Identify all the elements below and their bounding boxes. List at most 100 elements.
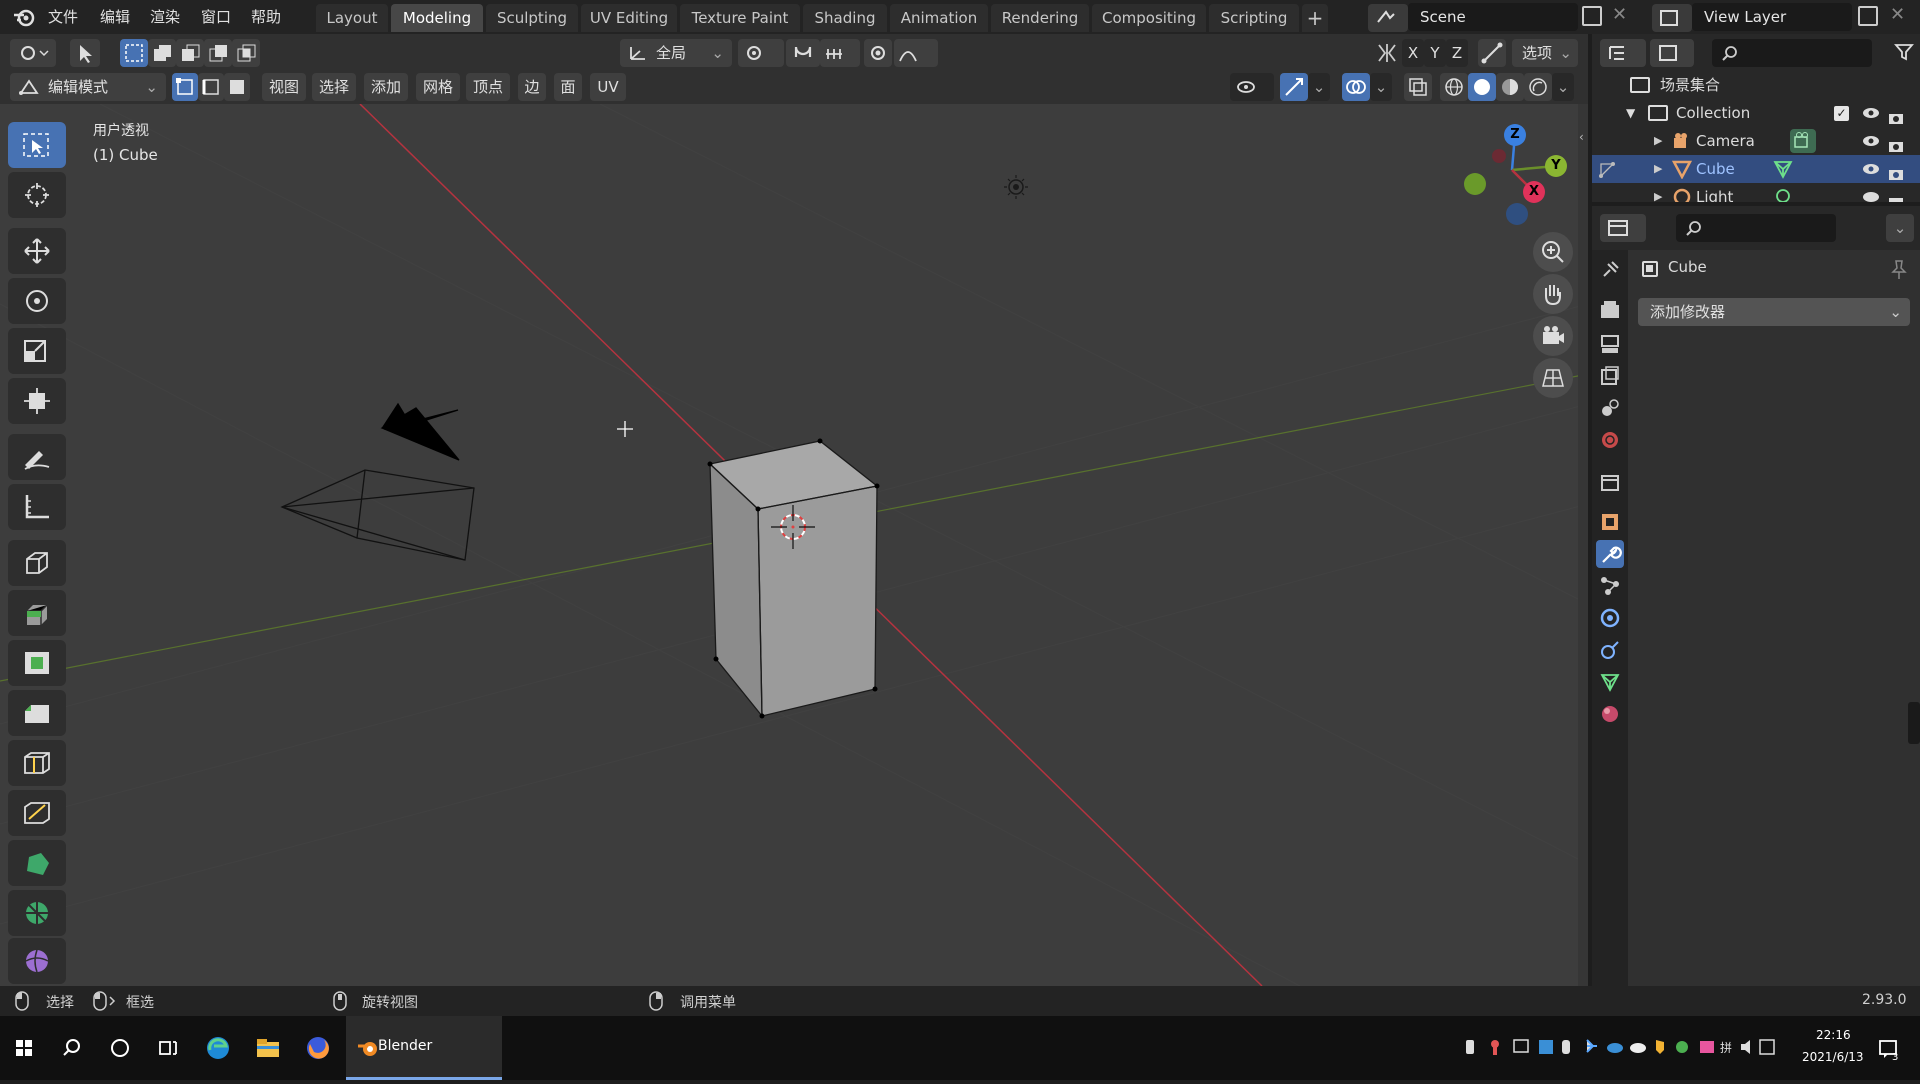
3d-viewport[interactable]: Z Y X 用户透视 (1) Cube ‹ (0, 104, 1588, 986)
menu-window[interactable]: 窗口 (201, 6, 231, 27)
tab-uv-editing[interactable]: UV Editing (581, 4, 677, 32)
outliner-item-camera[interactable]: ▶ Camera (1592, 127, 1920, 155)
sidebar-toggle-icon[interactable]: ‹ (1579, 130, 1584, 144)
select-new-icon[interactable] (120, 39, 148, 67)
tab-layout[interactable]: Layout (316, 4, 388, 32)
rendered-shading-icon[interactable] (1524, 73, 1552, 101)
properties-editor-type-icon[interactable] (1600, 214, 1646, 242)
world-tab-icon[interactable] (1596, 426, 1624, 454)
menu-vertex[interactable]: 顶点 (466, 73, 510, 101)
delete-view-layer-icon[interactable]: ✕ (1890, 4, 1905, 25)
taskbar-date[interactable]: 2021/6/13 (1802, 1050, 1864, 1064)
select-extend-icon[interactable] (148, 39, 176, 67)
solid-shading-icon[interactable] (1468, 73, 1496, 101)
gizmo-dropdown-icon[interactable]: ⌄ (1308, 73, 1330, 101)
select-box-tool[interactable] (8, 122, 66, 168)
gizmo-z-axis[interactable]: Z (1504, 124, 1526, 146)
knife-tool[interactable] (8, 790, 66, 836)
smooth-tool[interactable] (8, 938, 66, 984)
vertex-select-mode-icon[interactable] (172, 73, 198, 101)
mirror-y-toggle[interactable]: Y (1424, 39, 1446, 67)
view-layer-field[interactable]: View Layer (1692, 3, 1852, 31)
annotate-tool[interactable] (8, 434, 66, 480)
tab-animation[interactable]: Animation (890, 4, 988, 32)
tab-shading[interactable]: Shading (803, 4, 887, 32)
menu-render[interactable]: 渲染 (150, 6, 180, 27)
snap-increment-icon[interactable] (820, 39, 860, 67)
proportional-edit-icon[interactable] (864, 39, 892, 67)
data-tab-icon[interactable] (1596, 668, 1624, 696)
select-subtract-icon[interactable] (176, 39, 204, 67)
transform-orientation-dropdown[interactable]: 全局 ⌄ (620, 39, 732, 67)
outliner-search-input[interactable] (1712, 39, 1872, 67)
snap-toggle-icon[interactable] (786, 39, 820, 67)
outliner-item-light[interactable]: ▶ Light (1592, 183, 1920, 202)
extrude-region-tool[interactable] (8, 590, 66, 636)
pin-icon[interactable] (1890, 258, 1908, 284)
collection-tab-icon[interactable] (1596, 468, 1624, 496)
loop-cut-tool[interactable] (8, 740, 66, 786)
options-dropdown[interactable]: 选项 ⌄ (1512, 39, 1578, 67)
tab-modeling[interactable]: Modeling (391, 4, 483, 32)
menu-edge[interactable]: 边 (518, 73, 546, 101)
render-camera-icon[interactable] (1888, 190, 1904, 202)
blender-logo-icon[interactable] (12, 6, 36, 28)
mirror-z-toggle[interactable]: Z (1446, 39, 1468, 67)
properties-options-icon[interactable]: ⌄ (1886, 214, 1914, 242)
menu-select[interactable]: 选择 (312, 73, 356, 101)
modifier-tab-icon[interactable] (1596, 540, 1624, 568)
mirror-icon[interactable] (1376, 42, 1398, 68)
select-tool-mode-icon[interactable] (70, 39, 100, 67)
xray-toggle-icon[interactable] (1404, 73, 1432, 101)
expand-arrow-icon[interactable]: ▼ (1626, 99, 1635, 127)
measure-tool[interactable] (8, 484, 66, 530)
menu-add[interactable]: 添加 (364, 73, 408, 101)
toggle-ortho-button[interactable] (1533, 358, 1573, 398)
add-workspace-button[interactable]: + (1302, 4, 1328, 32)
file-explorer-icon[interactable] (252, 1032, 284, 1064)
menu-file[interactable]: 文件 (48, 6, 78, 27)
taskbar-blender-button[interactable]: Blender (346, 1016, 502, 1080)
scene-tab-icon[interactable] (1596, 394, 1624, 422)
scene-name-field[interactable]: Scene (1408, 3, 1578, 31)
material-tab-icon[interactable] (1596, 700, 1624, 728)
properties-scrollbar[interactable] (1908, 702, 1920, 744)
collection-row[interactable]: ▼ Collection ✓ (1592, 99, 1920, 127)
tab-compositing[interactable]: Compositing (1092, 4, 1206, 32)
expand-arrow-icon[interactable]: ▶ (1654, 127, 1662, 155)
display-mode-icon[interactable] (1650, 39, 1694, 67)
material-preview-shading-icon[interactable] (1496, 73, 1524, 101)
notification-center-icon[interactable]: 3 (1872, 1032, 1904, 1064)
face-select-mode-icon[interactable] (224, 73, 250, 101)
inset-faces-tool[interactable] (8, 640, 66, 686)
move-tool[interactable] (8, 228, 66, 274)
rotate-tool[interactable] (8, 278, 66, 324)
eye-icon[interactable] (1862, 183, 1880, 202)
mode-dropdown[interactable]: 编辑模式 ⌄ (10, 73, 166, 101)
physics-tab-icon[interactable] (1596, 604, 1624, 632)
overlays-dropdown-icon[interactable]: ⌄ (1370, 73, 1392, 101)
expand-arrow-icon[interactable]: ▶ (1654, 155, 1662, 183)
mirror-x-toggle[interactable]: X (1402, 39, 1424, 67)
outliner-editor-type-icon[interactable] (1600, 39, 1646, 67)
taskbar-time[interactable]: 22:16 (1816, 1028, 1851, 1042)
pan-view-button[interactable] (1533, 274, 1573, 314)
menu-face[interactable]: 面 (554, 73, 582, 101)
overlays-toggle-icon[interactable] (1342, 73, 1370, 101)
tab-rendering[interactable]: Rendering (991, 4, 1089, 32)
firefox-icon[interactable] (302, 1032, 334, 1064)
constraints-tab-icon[interactable] (1596, 636, 1624, 664)
pivot-point-icon[interactable] (738, 39, 784, 67)
tab-sculpting[interactable]: Sculpting (486, 4, 578, 32)
view-layer-tab-icon[interactable] (1596, 362, 1624, 390)
proportional-falloff-icon[interactable] (894, 39, 938, 67)
outliner-item-cube[interactable]: ▶ Cube (1592, 155, 1920, 183)
scene-icon[interactable] (1368, 4, 1408, 32)
camera-view-button[interactable] (1533, 316, 1573, 356)
gizmo-x-axis[interactable]: X (1523, 181, 1545, 203)
menu-help[interactable]: 帮助 (251, 6, 281, 27)
edge-browser-icon[interactable] (202, 1032, 234, 1064)
delete-scene-icon[interactable]: ✕ (1612, 4, 1627, 25)
tool-tab-icon[interactable] (1596, 256, 1624, 284)
wireframe-shading-icon[interactable] (1440, 73, 1468, 101)
